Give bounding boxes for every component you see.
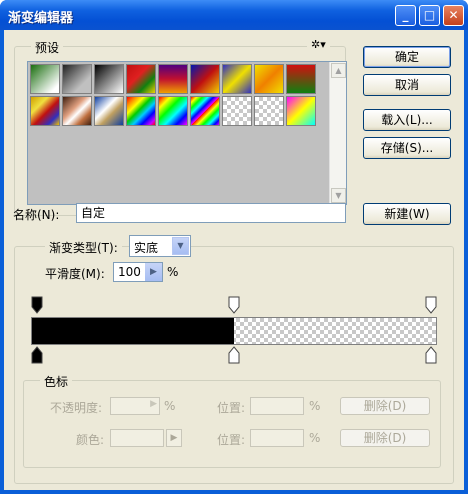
color-stop-track[interactable] bbox=[31, 345, 437, 367]
minimize-button[interactable]: _ bbox=[395, 5, 416, 26]
preset-swatch[interactable] bbox=[62, 96, 92, 126]
location-label-1: 位置: bbox=[217, 401, 246, 415]
name-input[interactable]: 自定 bbox=[76, 203, 346, 223]
smoothness-label: 平滑度(M): bbox=[45, 267, 105, 281]
preset-swatch[interactable] bbox=[222, 96, 252, 126]
close-button[interactable]: ✕ bbox=[443, 5, 464, 26]
preset-swatch[interactable] bbox=[126, 64, 156, 94]
color-swatch-input[interactable] bbox=[110, 429, 164, 447]
name-label: 名称(N): bbox=[13, 208, 60, 222]
preset-swatch[interactable] bbox=[158, 64, 188, 94]
scroll-up-icon[interactable]: ▲ bbox=[331, 63, 346, 78]
delete-opacity-stop-button[interactable]: 删除(D) bbox=[340, 397, 430, 415]
maximize-button[interactable]: □ bbox=[419, 5, 440, 26]
gradient-area bbox=[31, 295, 437, 369]
opacity-stop-track[interactable] bbox=[31, 295, 437, 317]
presets-legend: 预设 bbox=[31, 39, 64, 56]
gradient-editor-window: 渐变编辑器 _ □ ✕ 预设 ✲▾ ▲ ▼ 确定 取消 载入(L)... 存储(… bbox=[0, 0, 468, 494]
opacity-unit: % bbox=[164, 399, 176, 413]
preset-swatch[interactable] bbox=[286, 96, 316, 126]
stops-group: 色标 不透明度: ▶ % 位置: % 删除(D) 颜色: ▶ 位置: % 删除(… bbox=[23, 373, 441, 468]
opacity-input[interactable]: ▶ bbox=[110, 397, 160, 415]
gradient-bar[interactable] bbox=[31, 317, 437, 345]
scroll-down-icon[interactable]: ▼ bbox=[331, 188, 346, 203]
smoothness-input[interactable]: 100 ▶ bbox=[113, 262, 163, 282]
delete-color-stop-button[interactable]: 删除(D) bbox=[340, 429, 430, 447]
location-input-2[interactable] bbox=[250, 429, 304, 447]
presets-group: 预设 ✲▾ ▲ ▼ bbox=[14, 38, 347, 216]
chevron-right-icon[interactable]: ▶ bbox=[150, 399, 157, 409]
color-stop-marker[interactable] bbox=[425, 346, 437, 364]
gradient-group: 渐变类型(T): 实底 ▼ 平滑度(M): 100 ▶ % 色标 不透明度: ▶… bbox=[14, 235, 454, 484]
save-button[interactable]: 存储(S)... bbox=[363, 137, 451, 159]
load-button[interactable]: 载入(L)... bbox=[363, 109, 451, 131]
preset-swatch[interactable] bbox=[126, 96, 156, 126]
opacity-stop-marker[interactable] bbox=[228, 296, 240, 314]
gradient-color-fill bbox=[32, 318, 234, 344]
chevron-down-icon[interactable]: ▼ bbox=[172, 237, 189, 255]
smoothness-unit: % bbox=[167, 265, 179, 279]
dialog-client: 预设 ✲▾ ▲ ▼ 确定 取消 载入(L)... 存储(S)... 名称(N):… bbox=[4, 30, 464, 490]
preset-swatch[interactable] bbox=[62, 64, 92, 94]
location-label-2: 位置: bbox=[217, 433, 246, 447]
new-button[interactable]: 新建(W) bbox=[363, 203, 451, 225]
preset-swatch[interactable] bbox=[30, 96, 60, 126]
location-input-1[interactable] bbox=[250, 397, 304, 415]
preset-swatch[interactable] bbox=[158, 96, 188, 126]
preset-swatch[interactable] bbox=[30, 64, 60, 94]
preset-swatch[interactable] bbox=[190, 96, 220, 126]
preset-swatch[interactable] bbox=[94, 96, 124, 126]
chevron-right-icon[interactable]: ▶ bbox=[145, 263, 162, 281]
location-unit-2: % bbox=[309, 431, 321, 445]
title-bar[interactable]: 渐变编辑器 _ □ ✕ bbox=[0, 0, 468, 30]
opacity-label: 不透明度: bbox=[50, 401, 103, 415]
presets-scrollbar[interactable]: ▲ ▼ bbox=[329, 62, 346, 204]
opacity-stop-marker[interactable] bbox=[425, 296, 437, 314]
preset-swatch[interactable] bbox=[254, 64, 284, 94]
preset-swatch[interactable] bbox=[190, 64, 220, 94]
gradient-type-value: 实底 bbox=[134, 241, 159, 255]
gear-icon[interactable]: ✲▾ bbox=[307, 38, 330, 51]
color-arrow-icon[interactable]: ▶ bbox=[166, 429, 182, 447]
color-label: 颜色: bbox=[76, 433, 105, 447]
preset-swatch[interactable] bbox=[222, 64, 252, 94]
location-unit-1: % bbox=[309, 399, 321, 413]
window-title: 渐变编辑器 bbox=[8, 11, 74, 26]
cancel-button[interactable]: 取消 bbox=[363, 74, 451, 96]
preset-swatch[interactable] bbox=[286, 64, 316, 94]
color-stop-marker[interactable] bbox=[31, 346, 43, 364]
preset-swatch[interactable] bbox=[254, 96, 284, 126]
gradient-type-label: 渐变类型(T): bbox=[45, 239, 122, 256]
ok-button[interactable]: 确定 bbox=[363, 46, 451, 68]
opacity-stop-marker[interactable] bbox=[31, 296, 43, 314]
stops-legend: 色标 bbox=[40, 373, 73, 390]
preset-swatch[interactable] bbox=[94, 64, 124, 94]
presets-list: ▲ ▼ bbox=[27, 61, 347, 205]
color-stop-marker[interactable] bbox=[228, 346, 240, 364]
gradient-type-select[interactable]: 实底 ▼ bbox=[129, 235, 191, 257]
smoothness-value: 100 bbox=[118, 265, 141, 279]
